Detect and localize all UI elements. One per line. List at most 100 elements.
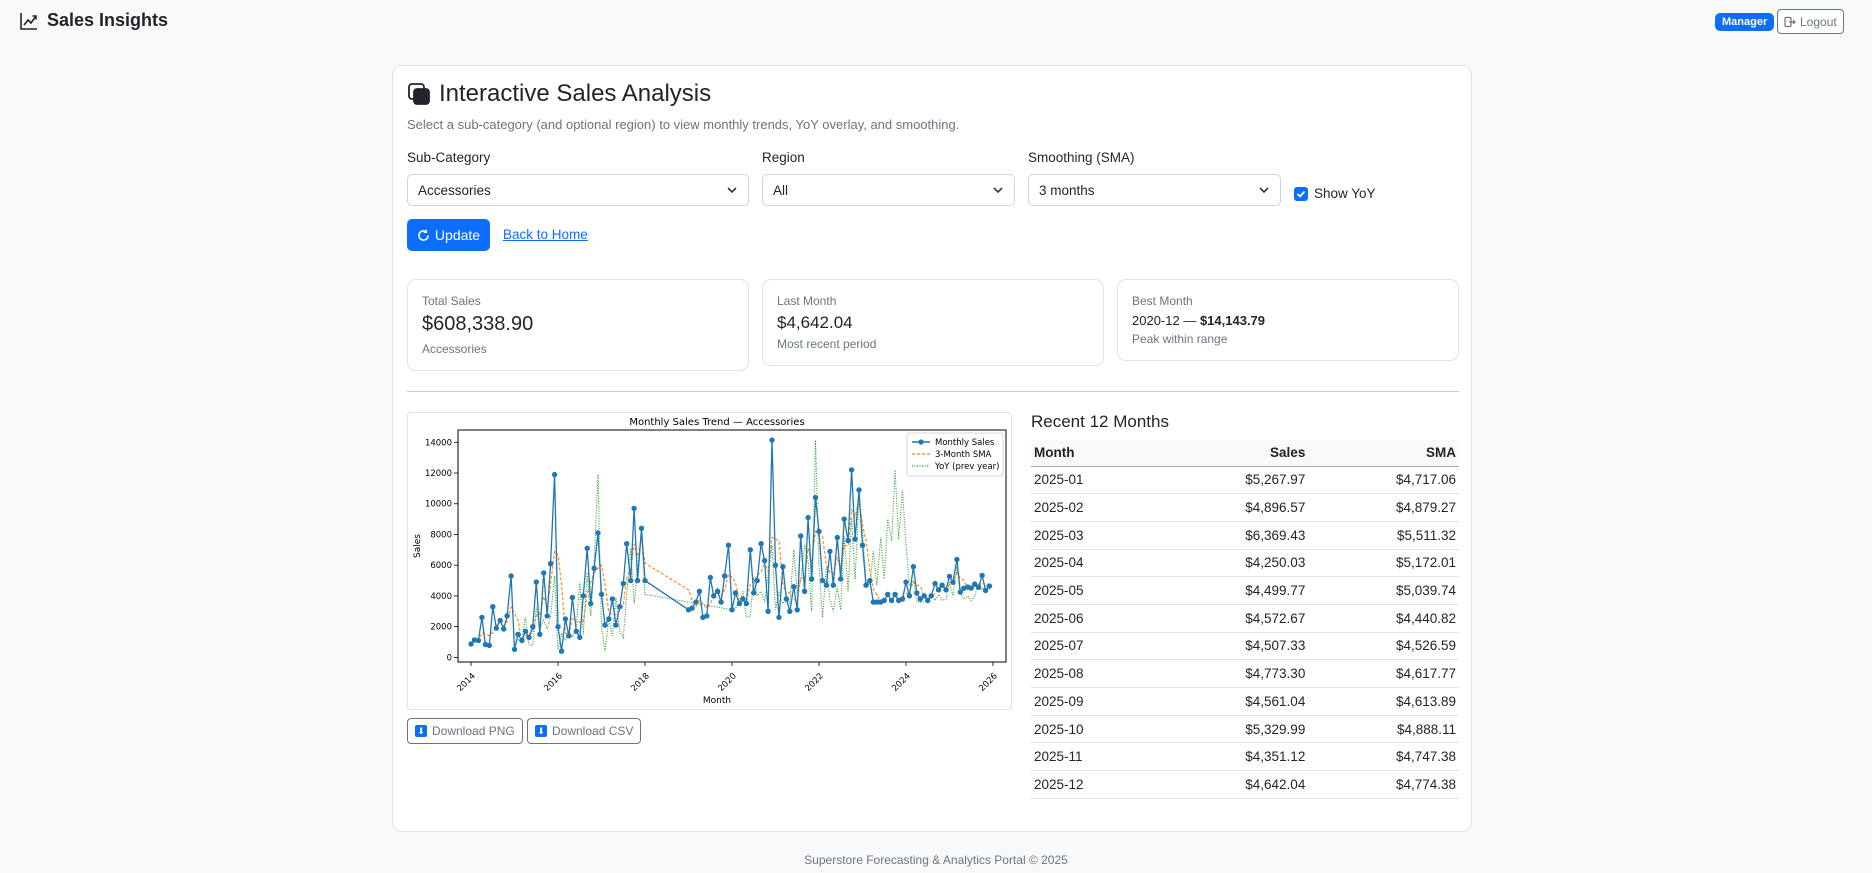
data-point [975, 584, 982, 590]
y-tick-label: 10000 [425, 500, 452, 510]
data-point [761, 557, 768, 564]
data-point [562, 616, 569, 622]
smoothing-value: 3 months [1039, 182, 1095, 198]
cell-month: 2025-12 [1031, 770, 1158, 799]
show-yoy-toggle[interactable]: Show YoY [1294, 186, 1376, 201]
data-point [486, 642, 492, 649]
x-tick-label: 2014 [455, 671, 477, 693]
data-point [754, 577, 760, 584]
brand[interactable]: Sales Insights [19, 10, 168, 31]
data-point [780, 564, 786, 570]
table-row: 2025-10 $5,329.99 $4,888.11 [1031, 715, 1459, 744]
data-point [812, 494, 819, 501]
data-point [721, 573, 728, 579]
data-point [541, 570, 547, 576]
data-point [613, 622, 619, 628]
cell-sma: $4,617.77 [1308, 659, 1459, 688]
data-point [852, 536, 858, 542]
data-point [979, 572, 985, 579]
region-select[interactable]: All [762, 174, 1015, 206]
back-to-home-link[interactable]: Back to Home [503, 227, 588, 242]
cell-month: 2025-06 [1031, 604, 1158, 633]
recent-table-body: 2025-01 $5,267.97 $4,717.06 2025-02 $4,896.5… [1031, 466, 1459, 799]
y-axis: 0 2000 4000 6000 8000 10000 12000 14000 [425, 438, 458, 663]
data-point [899, 596, 906, 602]
sales-trend-chart: Monthly Sales Trend — Accessories 0 2000 4… [407, 412, 1012, 710]
y-tick-label: 2000 [430, 623, 452, 633]
top-navbar: Sales Insights Manager Logout [0, 0, 1872, 44]
data-point [511, 646, 518, 653]
data-point [794, 607, 800, 613]
cell-month: 2025-08 [1031, 659, 1158, 688]
data-point [714, 588, 721, 594]
page-subtitle: Select a sub-category (and optional regi… [407, 117, 960, 132]
data-point [620, 580, 626, 587]
download-png-button[interactable]: ⬇ Download PNG [407, 718, 523, 744]
data-point [838, 576, 844, 582]
legend-monthly-sales: Monthly Sales [935, 438, 995, 448]
smoothing-select[interactable]: 3 months [1028, 174, 1281, 206]
data-point [892, 591, 898, 598]
table-row: 2025-11 $4,351.12 $4,747.38 [1031, 742, 1459, 772]
kpi-last-value: $4,642.04 [777, 313, 853, 332]
table-row: 2025-06 $4,572.67 $4,440.82 [1031, 604, 1459, 633]
cell-month: 2025-03 [1031, 521, 1158, 550]
col-sma: SMA [1308, 440, 1459, 467]
data-point [642, 577, 648, 584]
data-point [798, 533, 804, 539]
data-point [863, 582, 869, 588]
show-yoy-label: Show YoY [1314, 186, 1376, 201]
data-point [508, 573, 514, 579]
kpi-best-value: $14,143.79 [1199, 313, 1266, 328]
y-tick-label: 6000 [430, 561, 452, 571]
data-point [881, 597, 887, 604]
download-icon: ⬇ [535, 725, 547, 737]
trend-chart-icon [20, 12, 37, 30]
subcategory-select[interactable]: Accessories [407, 174, 749, 206]
y-axis-label: Sales [413, 534, 423, 558]
data-point [888, 597, 895, 604]
kpi-last-month: Last Month $4,642.04 Most recent period [762, 279, 1104, 366]
cell-sma: $4,440.82 [1308, 604, 1459, 633]
region-label: Region [762, 150, 805, 165]
table-row: 2025-04 $4,250.03 $5,172.01 [1031, 549, 1459, 578]
data-point [769, 437, 775, 443]
logout-button[interactable]: Logout [1777, 9, 1844, 34]
download-png-label: Download PNG [432, 724, 515, 738]
table-row: 2025-12 $4,642.04 $4,774.38 [1031, 770, 1459, 799]
data-point [711, 593, 717, 599]
data-point [856, 487, 862, 493]
x-axis: 2014 2016 2018 2020 2022 2024 2026 [455, 662, 1000, 694]
cell-sales: $4,507.33 [1157, 632, 1309, 661]
table-row: 2025-08 $4,773.30 $4,617.77 [1031, 659, 1459, 688]
data-point [631, 505, 637, 512]
data-point [954, 556, 960, 563]
refresh-icon [418, 229, 429, 241]
data-point [551, 471, 558, 478]
cell-sales: $4,572.67 [1157, 604, 1309, 633]
data-point [504, 613, 510, 619]
kpi-total-note: Accessories [422, 342, 487, 356]
x-tick-label: 2018 [629, 671, 651, 693]
download-csv-button[interactable]: ⬇ Download CSV [527, 718, 642, 744]
update-button[interactable]: Update [407, 219, 490, 251]
chevron-down-icon [1259, 187, 1269, 194]
kpi-total-label: Total Sales [422, 294, 481, 308]
data-point [776, 614, 782, 621]
sales-trend-chart-svg: Monthly Sales Trend — Accessories 0 2000 4… [413, 417, 1007, 706]
data-point [725, 542, 732, 548]
data-point [515, 631, 521, 637]
cell-month: 2025-09 [1031, 687, 1158, 716]
cell-sma: $4,747.38 [1308, 742, 1459, 772]
table-row: 2025-09 $4,561.04 $4,613.89 [1031, 687, 1459, 716]
footer: Superstore Forecasting & Analytics Porta… [804, 853, 1068, 867]
data-point [834, 534, 840, 541]
data-point [558, 648, 565, 654]
data-point [526, 634, 532, 641]
cell-sales: $6,369.43 [1157, 521, 1309, 550]
cell-sales: $4,351.12 [1157, 742, 1309, 772]
data-point [533, 579, 539, 585]
data-point [816, 528, 822, 535]
checkbox-checked-icon[interactable] [1294, 186, 1308, 201]
data-point [718, 599, 724, 605]
